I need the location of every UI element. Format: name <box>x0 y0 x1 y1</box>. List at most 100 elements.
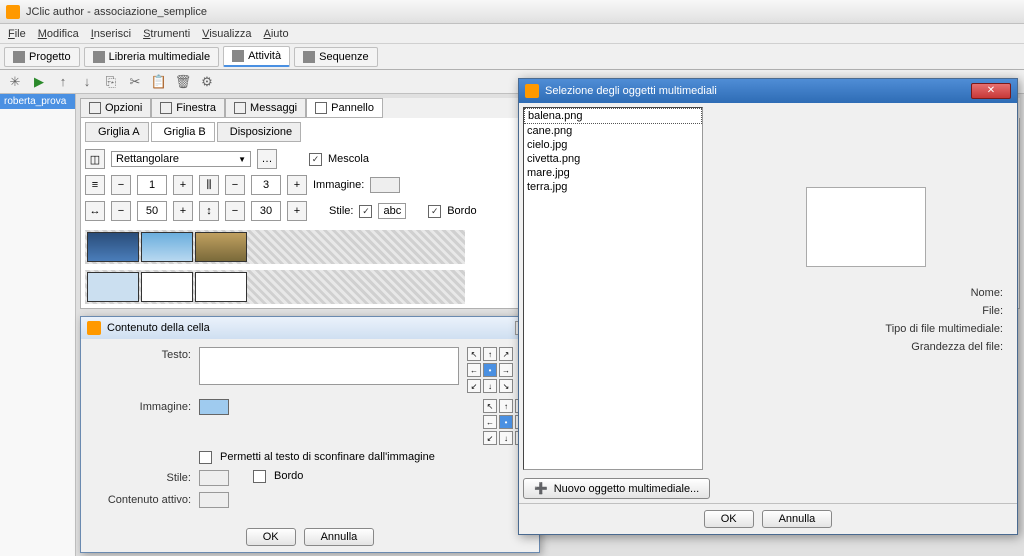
height-minus[interactable]: − <box>225 201 245 221</box>
testo-textarea[interactable] <box>199 347 459 385</box>
cut-button[interactable]: ✂ <box>126 73 144 91</box>
media-annulla-button[interactable]: Annulla <box>762 510 833 528</box>
cell-content-dialog: Contenuto della cella ✕ Testo: ↖↑↗ ←•→ ↙… <box>80 316 540 553</box>
bordo-checkbox2[interactable] <box>253 470 266 483</box>
align-mc[interactable]: • <box>483 363 497 377</box>
stile-checkbox[interactable] <box>359 205 372 218</box>
subtab-griglia-a[interactable]: Griglia A <box>85 122 149 142</box>
width-plus[interactable]: + <box>173 201 193 221</box>
file-item-cielo[interactable]: cielo.jpg <box>524 138 702 152</box>
stile-button[interactable] <box>199 470 229 486</box>
delete-button[interactable]: 🗑 <box>174 73 192 91</box>
rows-value[interactable]: 1 <box>137 175 167 195</box>
cell-6[interactable] <box>195 272 247 302</box>
permetti-checkbox[interactable] <box>199 451 212 464</box>
paste-button[interactable]: 📋 <box>150 73 168 91</box>
cell-4[interactable] <box>87 272 139 302</box>
img-align-bl[interactable]: ↙ <box>483 431 497 445</box>
image-button[interactable] <box>370 177 400 193</box>
grid-preview-row2 <box>85 270 465 304</box>
img-align-tl[interactable]: ↖ <box>483 399 497 413</box>
grid-preview-row1 <box>85 230 465 264</box>
cols-minus[interactable]: − <box>225 175 245 195</box>
align-mr[interactable]: → <box>499 363 513 377</box>
choose-image-button[interactable] <box>199 399 229 415</box>
subtab-disposizione[interactable]: Disposizione <box>217 122 301 142</box>
align-br[interactable]: ↘ <box>499 379 513 393</box>
width-minus[interactable]: − <box>111 201 131 221</box>
align-tl[interactable]: ↖ <box>467 347 481 361</box>
img-align-tc[interactable]: ↑ <box>499 399 513 413</box>
cols-icon: ⫼ <box>199 175 219 195</box>
menu-visualizza[interactable]: Visualizza <box>202 28 251 40</box>
cell-5[interactable] <box>141 272 193 302</box>
menu-file[interactable]: File <box>8 28 26 40</box>
media-dialog-close-button[interactable]: ✕ <box>971 83 1011 99</box>
copy-button[interactable]: ⎘ <box>102 73 120 91</box>
rows-minus[interactable]: − <box>111 175 131 195</box>
media-preview-pane: Nome: File: Tipo di file multimediale: G… <box>714 103 1017 503</box>
file-item-balena[interactable]: balena.png <box>524 108 702 124</box>
cols-plus[interactable]: + <box>287 175 307 195</box>
file-item-civetta[interactable]: civetta.png <box>524 152 702 166</box>
contenuto-button[interactable] <box>199 492 229 508</box>
img-align-ml[interactable]: ← <box>483 415 497 429</box>
mescola-label: Mescola <box>328 153 369 165</box>
menu-strumenti[interactable]: Strumenti <box>143 28 190 40</box>
immagine-label2: Immagine: <box>91 399 191 413</box>
app-icon <box>6 5 20 19</box>
arrow-down-button[interactable]: ↓ <box>78 73 96 91</box>
cols-value[interactable]: 3 <box>251 175 281 195</box>
subtab-griglia-b[interactable]: Griglia B <box>151 122 215 142</box>
align-bc[interactable]: ↓ <box>483 379 497 393</box>
window-icon <box>160 102 172 114</box>
height-value[interactable]: 30 <box>251 201 281 221</box>
cell-3[interactable] <box>195 232 247 262</box>
menu-aiuto[interactable]: Aiuto <box>264 28 289 40</box>
rows-plus[interactable]: + <box>173 175 193 195</box>
menu-inserisci[interactable]: Inserisci <box>91 28 131 40</box>
menu-modifica[interactable]: Modifica <box>38 28 79 40</box>
activity-list: roberta_prova <box>0 94 76 556</box>
width-value[interactable]: 50 <box>137 201 167 221</box>
media-file-list[interactable]: balena.png cane.png cielo.jpg civetta.pn… <box>523 107 703 470</box>
activity-item-selected[interactable]: roberta_prova <box>0 94 75 109</box>
file-item-cane[interactable]: cane.png <box>524 124 702 138</box>
bordo-checkbox[interactable] <box>428 205 441 218</box>
file-item-terra[interactable]: terra.jpg <box>524 180 702 194</box>
file-item-mare[interactable]: mare.jpg <box>524 166 702 180</box>
align-ml[interactable]: ← <box>467 363 481 377</box>
arrow-up-button[interactable]: ↑ <box>54 73 72 91</box>
media-ok-button[interactable]: OK <box>704 510 754 528</box>
tab-messaggi[interactable]: Messaggi <box>225 98 306 118</box>
more-button[interactable]: … <box>257 149 277 169</box>
cell-annulla-button[interactable]: Annulla <box>304 528 375 546</box>
tab-progetto[interactable]: Progetto <box>4 47 80 67</box>
tab-pannello[interactable]: Pannello <box>306 98 383 118</box>
tab-attivita[interactable]: Attività <box>223 46 290 67</box>
align-bl[interactable]: ↙ <box>467 379 481 393</box>
cell-ok-button[interactable]: OK <box>246 528 296 546</box>
cell-1[interactable] <box>87 232 139 262</box>
tab-opzioni[interactable]: Opzioni <box>80 98 151 118</box>
stile-label: Stile: <box>329 205 353 217</box>
img-align-bc[interactable]: ↓ <box>499 431 513 445</box>
new-button[interactable]: ✳ <box>6 73 24 91</box>
mode-tabs: Progetto Libreria multimediale Attività … <box>0 44 1024 70</box>
new-media-object-button[interactable]: ➕ Nuovo oggetto multimediale... <box>523 478 710 499</box>
play-button[interactable]: ▶ <box>30 73 48 91</box>
cell-2[interactable] <box>141 232 193 262</box>
shape-dropdown[interactable]: Rettangolare▼ <box>111 151 251 167</box>
properties-button[interactable]: ⚙ <box>198 73 216 91</box>
height-plus[interactable]: + <box>287 201 307 221</box>
abc-button[interactable]: abc <box>378 203 406 219</box>
align-tr[interactable]: ↗ <box>499 347 513 361</box>
shape-icon-button[interactable]: ◫ <box>85 149 105 169</box>
tab-finestra[interactable]: Finestra <box>151 98 225 118</box>
tab-libreria[interactable]: Libreria multimediale <box>84 47 220 67</box>
mescola-checkbox[interactable] <box>309 153 322 166</box>
meta-grandezza: Grandezza del file: <box>718 341 1003 353</box>
align-tc[interactable]: ↑ <box>483 347 497 361</box>
tab-sequenze[interactable]: Sequenze <box>294 47 378 67</box>
img-align-mc[interactable]: • <box>499 415 513 429</box>
